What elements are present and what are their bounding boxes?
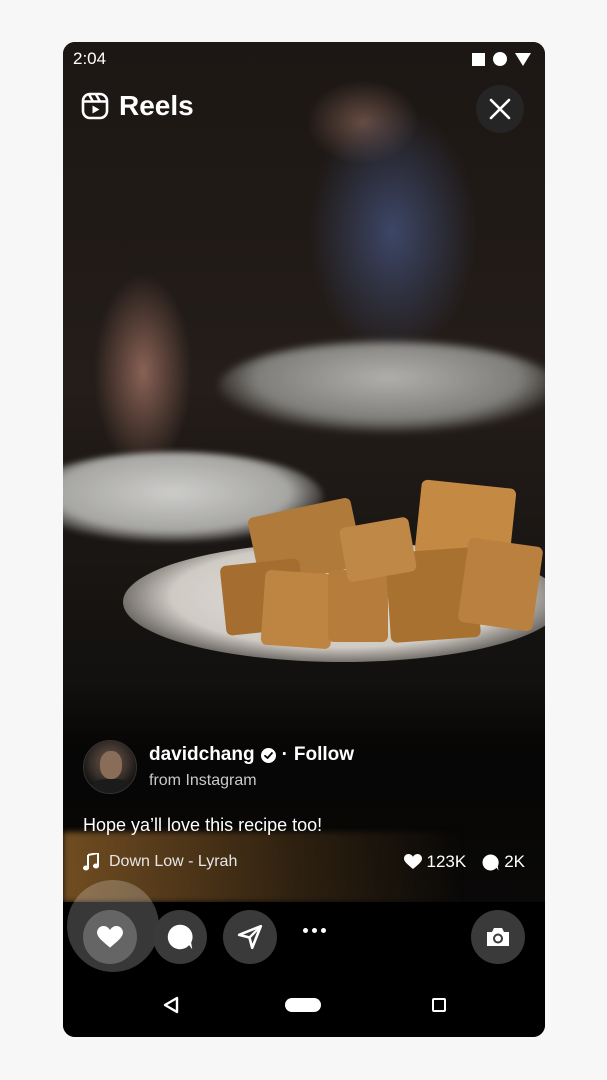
status-icons [472,52,531,66]
reels-header: Reels [81,90,194,122]
comments-count: 2K [482,852,525,872]
recents-icon[interactable] [432,998,446,1012]
verified-badge-icon [260,747,276,763]
phone-screen: 2:04 Reels davidchang · Follow from Inst… [63,42,545,1037]
page-title: Reels [119,90,194,121]
camera-button[interactable] [471,910,525,964]
comment-icon [167,924,193,950]
audio-link[interactable]: Down Low - Lyrah [83,853,237,871]
home-icon[interactable] [285,998,321,1012]
follow-button[interactable]: Follow [294,744,354,766]
source-label: from Instagram [149,772,257,789]
comment-button[interactable] [153,910,207,964]
likes-value: 123K [426,852,467,871]
more-options-button[interactable] [303,928,326,933]
author-block: davidchang · Follow from Instagram [83,740,354,794]
audio-title: Down Low - Lyrah [109,853,238,870]
engagement-stats: 123K 2K [403,852,525,872]
reels-icon [81,92,109,120]
like-icon [97,925,123,948]
music-note-icon [83,853,99,871]
separator: · [281,744,288,765]
android-nav-bar [63,972,545,1037]
tofu-piece [457,537,544,632]
triangle-status-icon [515,52,531,66]
meta-row: Down Low - Lyrah 123K 2K [83,852,525,872]
status-time: 2:04 [73,49,107,68]
share-icon [237,924,263,950]
like-button[interactable] [67,880,159,972]
avatar[interactable] [83,740,137,794]
square-status-icon [472,52,485,66]
background-plate [218,342,545,432]
back-icon[interactable] [163,996,179,1014]
action-bar [63,880,545,972]
camera-icon [487,928,509,946]
status-bar: 2:04 [63,42,545,76]
likes-count: 123K [403,852,467,872]
comment-small-icon [482,853,499,870]
close-button[interactable] [476,85,524,133]
avatar-face [100,751,122,779]
tofu-piece [260,569,336,650]
heart-small-icon [403,854,422,869]
avatar-shirt [90,779,132,793]
comments-value: 2K [504,852,525,871]
more-icon-dot [321,928,326,933]
more-icon-dot [312,928,317,933]
author-line: davidchang · Follow [149,744,354,766]
caption[interactable]: Hope ya’ll love this recipe too! [83,815,322,836]
more-icon [303,928,308,933]
circle-status-icon [493,52,507,66]
close-icon [489,98,511,120]
share-button[interactable] [223,910,277,964]
author-text: davidchang · Follow from Instagram [149,744,354,790]
username[interactable]: davidchang [149,744,255,766]
